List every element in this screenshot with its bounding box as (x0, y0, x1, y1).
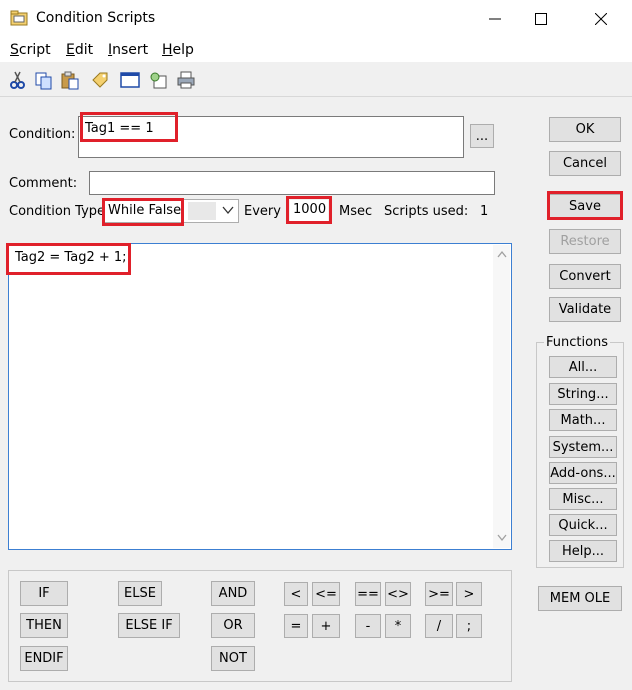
op-less-button[interactable]: < (284, 582, 308, 606)
op-not-equal-button[interactable]: <> (385, 582, 411, 606)
op-semicolon-button[interactable]: ; (456, 614, 482, 638)
keyword-else-if-button[interactable]: ELSE IF (118, 613, 180, 638)
functions-title: Functions (544, 335, 611, 350)
condition-label: Condition: (9, 127, 76, 142)
scroll-down-icon[interactable] (497, 532, 507, 545)
function-system-button[interactable]: System... (549, 436, 617, 458)
keyword-then-button[interactable]: THEN (20, 613, 68, 638)
find-icon[interactable] (148, 70, 168, 90)
function-math-button[interactable]: Math... (549, 409, 617, 431)
condition-type-highlight (102, 198, 184, 226)
condition-browse-button[interactable]: ... (470, 124, 494, 148)
function-quick-button[interactable]: Quick... (549, 514, 617, 536)
op-greater-button[interactable]: > (456, 582, 482, 606)
op-minus-button[interactable]: - (355, 614, 381, 638)
minimize-button[interactable] (472, 0, 518, 38)
condition-highlight (80, 112, 178, 142)
op-equal-equal-button[interactable]: == (355, 582, 381, 606)
msec-label: Msec (339, 204, 373, 219)
title-bar: Condition Scripts (0, 0, 632, 38)
window-icon[interactable] (120, 70, 140, 90)
print-icon[interactable] (176, 70, 196, 90)
menu-insert[interactable]: Insert (108, 42, 148, 58)
menu-edit[interactable]: Edit (66, 42, 93, 58)
scripts-used-label: Scripts used: (384, 204, 469, 219)
ok-button[interactable]: OK (549, 117, 621, 142)
function-help-button[interactable]: Help... (549, 540, 617, 562)
chevron-down-icon (222, 203, 234, 221)
menu-help[interactable]: Help (162, 42, 194, 58)
copy-icon[interactable] (34, 70, 54, 90)
comment-label: Comment: (9, 176, 78, 191)
op-multiply-button[interactable]: * (385, 614, 411, 638)
maximize-button[interactable] (518, 0, 564, 38)
editor-scrollbar[interactable] (493, 245, 510, 548)
op-assign-button[interactable]: = (284, 614, 308, 638)
op-divide-button[interactable]: / (425, 614, 453, 638)
convert-button[interactable]: Convert (549, 264, 621, 289)
menu-script[interactable]: Script (10, 42, 51, 58)
op-greater-equal-button[interactable]: >= (425, 582, 453, 606)
app-icon (10, 10, 28, 26)
function-string-button[interactable]: String... (549, 383, 617, 405)
tag-icon[interactable] (90, 70, 110, 90)
keyword-or-button[interactable]: OR (211, 613, 255, 638)
condition-type-label: Condition Type: (9, 204, 110, 219)
script-highlight (6, 243, 131, 275)
restore-button[interactable]: Restore (549, 229, 621, 254)
cut-icon[interactable] (8, 70, 28, 90)
paste-icon[interactable] (60, 70, 80, 90)
save-highlight (547, 191, 623, 220)
script-editor[interactable]: Tag2 = Tag2 + 1; (8, 243, 512, 550)
menu-bar: Script Edit Insert Help (0, 38, 632, 62)
keyword-if-button[interactable]: IF (20, 581, 68, 606)
scroll-up-icon[interactable] (497, 248, 507, 261)
every-highlight (286, 196, 332, 224)
every-label: Every (244, 204, 281, 219)
keyword-endif-button[interactable]: ENDIF (20, 646, 68, 671)
keyword-else-button[interactable]: ELSE (118, 581, 162, 606)
op-less-equal-button[interactable]: <= (312, 582, 340, 606)
toolbar-separator (0, 96, 632, 97)
function-all-button[interactable]: All... (549, 356, 617, 378)
toolbar (0, 64, 632, 96)
window-title: Condition Scripts (36, 10, 156, 26)
validate-button[interactable]: Validate (549, 297, 621, 322)
comment-input[interactable] (89, 171, 495, 195)
function-addons-button[interactable]: Add-ons... (549, 462, 617, 484)
close-button[interactable] (578, 0, 624, 38)
keyword-and-button[interactable]: AND (211, 581, 255, 606)
cancel-button[interactable]: Cancel (549, 151, 621, 176)
scripts-used-count: 1 (480, 204, 489, 219)
op-plus-button[interactable]: + (312, 614, 340, 638)
mem-ole-button[interactable]: MEM OLE (538, 586, 622, 611)
function-misc-button[interactable]: Misc... (549, 488, 617, 510)
keyword-not-button[interactable]: NOT (211, 646, 255, 671)
